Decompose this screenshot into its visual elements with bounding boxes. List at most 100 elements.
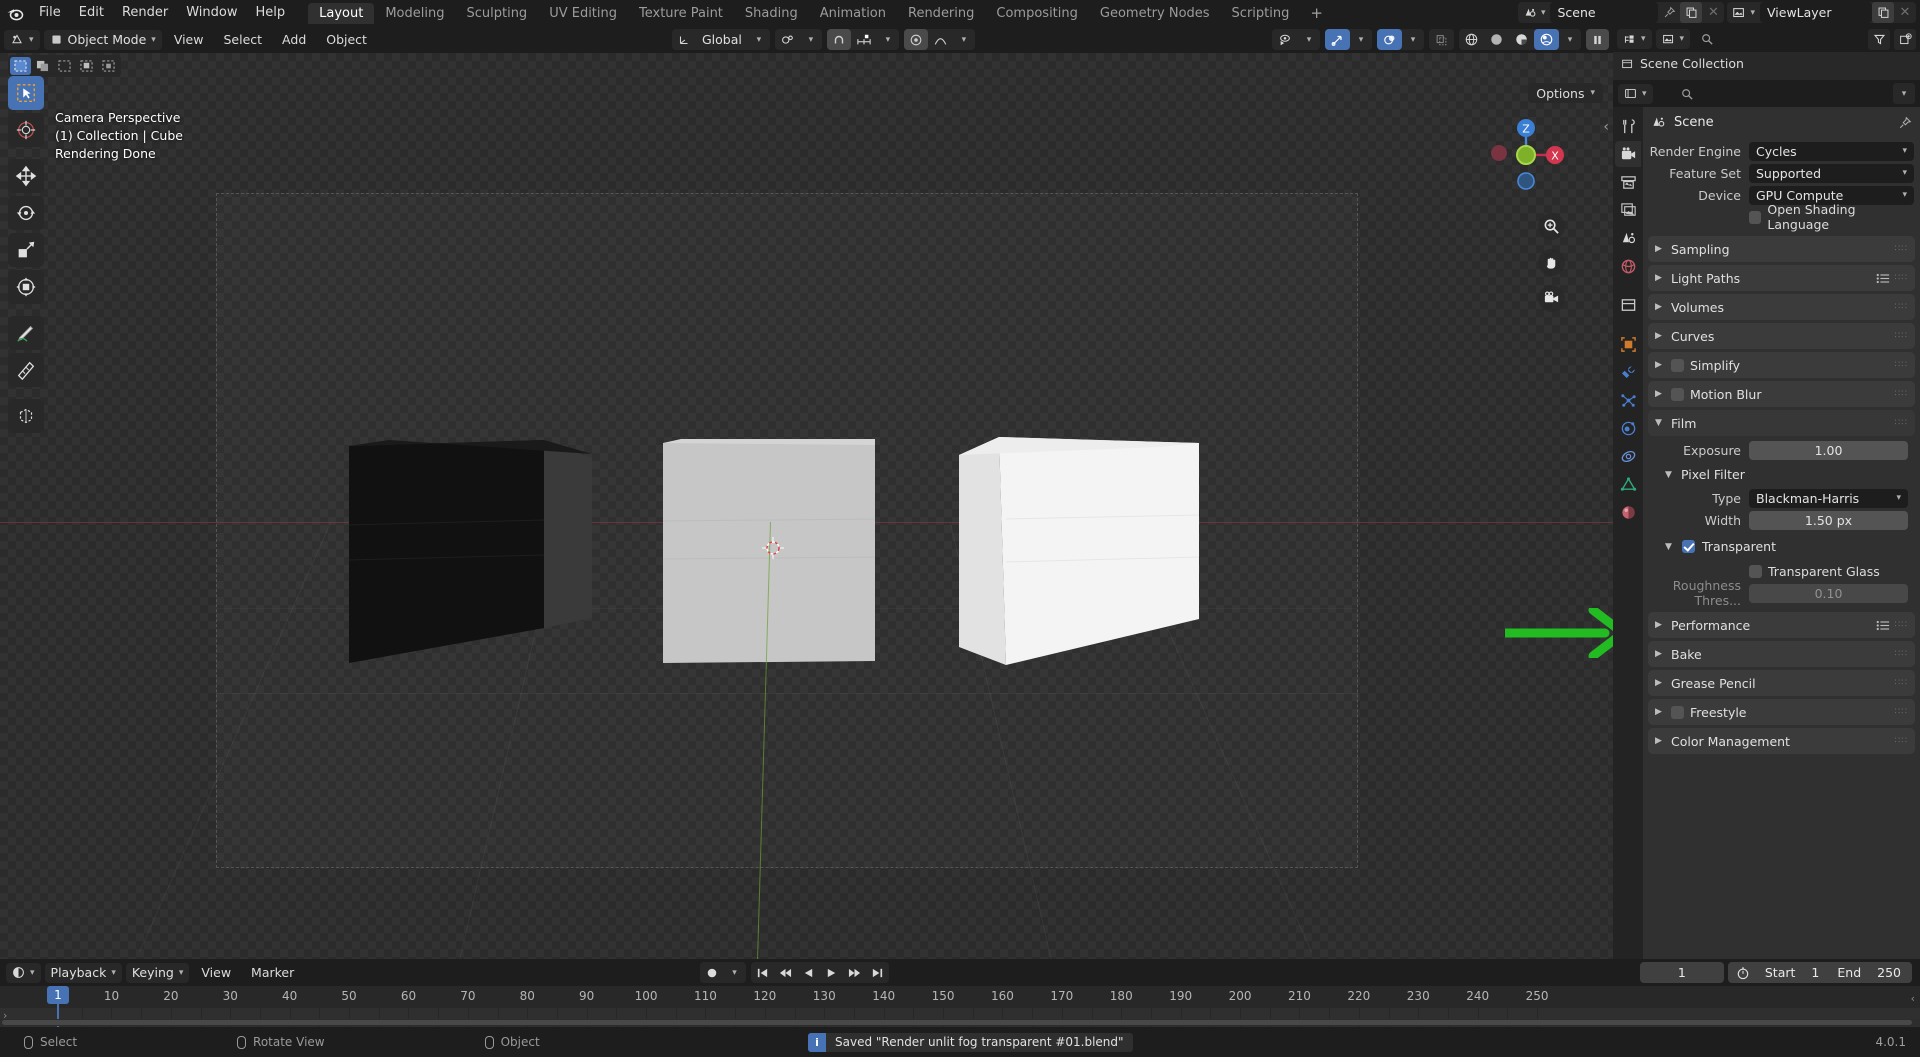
object-visibility-selector[interactable]: ▾ [1272,29,1320,50]
render-engine-dropdown[interactable]: Cycles ▾ [1749,141,1914,161]
snap-target-icon[interactable] [851,29,877,50]
menu-window[interactable]: Window [177,2,246,24]
select-invert-icon[interactable] [76,57,97,75]
viewlayer-selector[interactable]: ▾ ViewLayer ✕ [1727,2,1916,23]
properties-tab-scene[interactable] [1615,225,1641,251]
camera-view-icon[interactable] [1538,285,1565,312]
end-frame-field[interactable]: End 250 [1828,965,1910,980]
jump-to-start-button[interactable] [751,962,774,983]
stopwatch-icon[interactable] [1730,966,1756,980]
panel-presets-icon[interactable]: ∷∷ [1876,620,1908,631]
tool-tweak-select[interactable] [8,76,44,110]
shading-rendered-icon[interactable] [1534,29,1559,50]
magnet-icon[interactable] [826,29,851,50]
start-frame-field[interactable]: Start 1 [1756,965,1829,980]
new-scene-icon[interactable] [1680,2,1703,23]
simplify-checkbox[interactable] [1671,358,1684,372]
panel-film[interactable]: ▼ Film ∷∷ [1648,410,1915,436]
scene-name-field[interactable]: Scene [1550,2,1659,23]
outliner-search-input[interactable] [1694,29,1864,49]
jump-prev-keyframe-button[interactable] [774,962,797,983]
properties-tab-world[interactable] [1615,253,1641,279]
properties-tab-material[interactable] [1615,499,1641,525]
xray-icon[interactable] [1429,29,1454,50]
menu-edit[interactable]: Edit [70,2,113,24]
falloff-curve-icon[interactable] [928,29,953,50]
add-workspace-button[interactable]: + [1300,3,1333,24]
cube-dark[interactable] [349,440,592,665]
viewport-canvas[interactable]: Camera Perspective (1) Collection | Cube… [0,53,1613,959]
snapping-controls[interactable]: ▾ [826,29,899,50]
cube-white[interactable] [959,437,1199,667]
properties-tab-data[interactable] [1615,471,1641,497]
properties-tab-render[interactable] [1615,141,1641,167]
properties-tab-object[interactable] [1615,331,1641,357]
gizmo-toggle[interactable]: ▾ [1325,29,1372,50]
jump-next-keyframe-button[interactable] [843,962,866,983]
panel-sampling[interactable]: ▶ Sampling ∷∷ [1648,236,1915,262]
panel-bake[interactable]: ▶ Bake ∷∷ [1648,641,1915,667]
timeline-expand-right-icon[interactable]: ‹ [1911,992,1915,1005]
panel-simplify[interactable]: ▶ Simplify ∷∷ [1648,352,1915,378]
zoom-icon[interactable] [1538,213,1565,240]
menu-file[interactable]: File [30,2,70,24]
remove-viewlayer-icon[interactable]: ✕ [1894,2,1916,23]
record-icon[interactable] [700,962,723,983]
properties-tab-constraints[interactable] [1615,443,1641,469]
chevron-down-icon[interactable]: ▾ [723,962,746,983]
tab-shading[interactable]: Shading [734,3,809,24]
exposure-value-field[interactable]: 1.00 [1749,440,1908,460]
outliner-item-scene-collection[interactable]: Scene Collection [1613,52,1920,75]
scene-browse-icon[interactable]: ▾ [1517,2,1551,23]
panel-curves[interactable]: ▶ Curves ∷∷ [1648,323,1915,349]
pan-hand-icon[interactable] [1538,249,1565,276]
tab-sculpting[interactable]: Sculpting [455,3,538,24]
select-intersect-icon[interactable] [98,57,119,75]
properties-tab-particles[interactable] [1615,387,1641,413]
pin-icon[interactable] [1898,116,1912,130]
viewlayer-browse-icon[interactable]: ▾ [1727,2,1760,23]
overlays-icon[interactable] [1377,29,1402,50]
pause-icon[interactable] [1586,29,1609,50]
panel-color-management[interactable]: ▶ Color Management ∷∷ [1648,728,1915,754]
unlink-scene-icon[interactable]: ✕ [1702,2,1724,23]
panel-motion-blur[interactable]: ▶ Motion Blur ∷∷ [1648,381,1915,407]
outliner-display-mode[interactable]: ▾ [1655,29,1691,49]
pin-icon[interactable] [1658,2,1680,23]
play-button[interactable] [820,962,843,983]
timeline-editor-type[interactable]: ▾ [6,962,41,983]
tab-geometry-nodes[interactable]: Geometry Nodes [1089,3,1221,24]
subpanel-pixel-filter[interactable]: ▼ Pixel Filter [1665,467,1920,482]
proportional-edit-icon[interactable] [903,29,928,50]
viewport-menu-select[interactable]: Select [215,30,270,50]
shading-solid-icon[interactable] [1484,29,1509,50]
current-frame-field[interactable]: 1 [1639,962,1724,983]
navigation-gizmo[interactable]: Z X [1483,111,1567,195]
properties-tab-collection[interactable] [1615,292,1641,318]
transform-orientation-selector[interactable]: Global ▾ [672,29,770,50]
properties-tab-modifier[interactable] [1615,359,1641,385]
timeline-menu-playback[interactable]: Playback ▾ [44,962,122,983]
scene-selector[interactable]: ▾ Scene ✕ [1517,2,1725,23]
timeline-menu-keying[interactable]: Keying ▾ [125,962,190,983]
tool-scale[interactable] [8,233,44,267]
playhead-marker[interactable]: 1 [47,986,69,1004]
tool-annotate[interactable] [8,316,44,350]
timeline-menu-view[interactable]: View [193,963,239,983]
motion-blur-checkbox[interactable] [1671,387,1684,401]
menu-render[interactable]: Render [113,2,177,24]
editor-type-selector[interactable]: ▾ [4,29,40,50]
filter-icon[interactable] [1868,28,1890,50]
subpanel-transparent[interactable]: ▼ Transparent [1665,539,1920,554]
panel-freestyle[interactable]: ▶ Freestyle ∷∷ [1648,699,1915,725]
panel-grease-pencil[interactable]: ▶ Grease Pencil ∷∷ [1648,670,1915,696]
viewport-menu-view[interactable]: View [166,30,212,50]
properties-options-chevron[interactable]: ▾ [1893,83,1915,104]
panel-light-paths[interactable]: ▶ Light Paths ∷∷ [1648,265,1915,291]
viewlayer-name-field[interactable]: ViewLayer [1760,2,1872,23]
tab-texture-paint[interactable]: Texture Paint [628,3,734,24]
tab-scripting[interactable]: Scripting [1221,3,1301,24]
tool-transform[interactable] [8,270,44,304]
proportional-editing-controls[interactable]: ▾ [903,29,975,50]
pivot-point-selector[interactable]: ▾ [774,29,822,50]
